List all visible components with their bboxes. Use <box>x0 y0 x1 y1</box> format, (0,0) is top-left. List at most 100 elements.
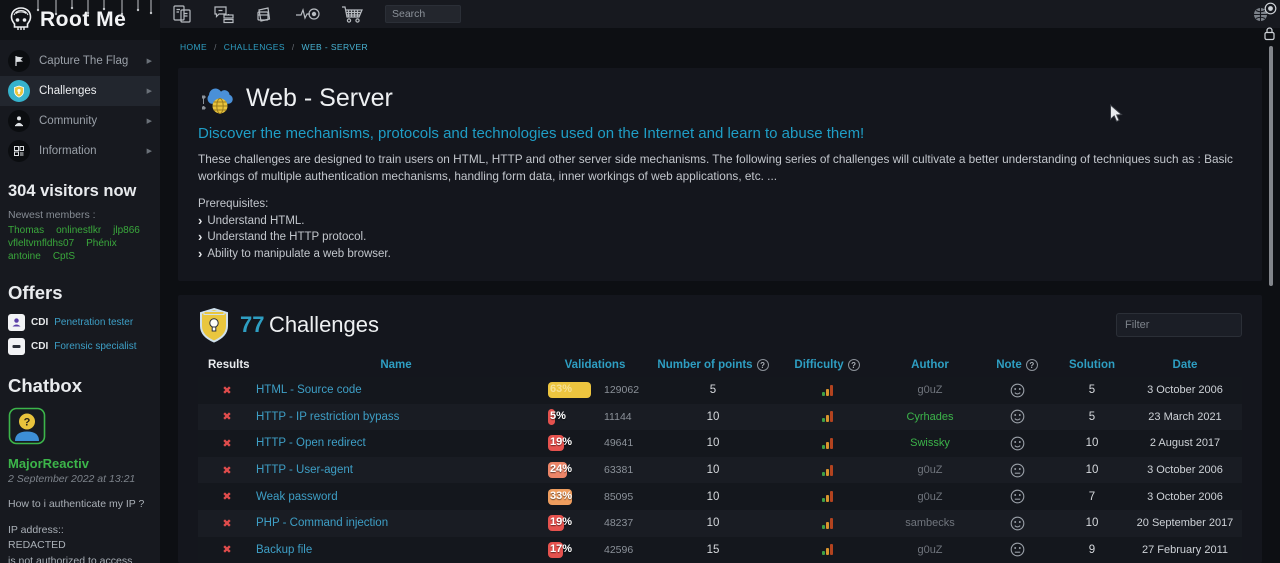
avatar[interactable]: ? <box>8 407 46 445</box>
challenge-link[interactable]: PHP - Command injection <box>256 517 388 529</box>
member-link[interactable]: vfleltvmfldhs07 <box>8 238 74 249</box>
col-solution[interactable]: Solution <box>1056 359 1128 371</box>
help-icon[interactable]: ? <box>848 359 860 371</box>
col-name[interactable]: Name <box>256 359 536 371</box>
activity-icon[interactable] <box>295 5 321 23</box>
offer-link[interactable]: Penetration tester <box>54 317 133 328</box>
offer-penetration-tester[interactable]: CDI Penetration tester <box>8 314 152 331</box>
note-face-icon <box>1010 542 1025 557</box>
record-icon[interactable] <box>1264 2 1277 20</box>
page-title: Web - Server <box>246 84 393 113</box>
prerequisite-item: ›Understand the HTTP protocol. <box>198 231 1242 243</box>
chevron-right-icon: ▶ <box>147 117 152 125</box>
offer-link[interactable]: Forensic specialist <box>54 341 136 352</box>
forum-icon[interactable] <box>213 4 235 24</box>
logo[interactable]: Root Me <box>0 0 160 40</box>
date-value: 27 February 2011 <box>1128 544 1242 556</box>
community-icon <box>8 110 30 132</box>
col-author[interactable]: Author <box>882 359 978 371</box>
member-link[interactable]: Phénix <box>86 238 117 249</box>
validation-count: 11144 <box>604 411 632 423</box>
challenge-link[interactable]: HTTP - Open redirect <box>256 437 366 449</box>
author-link[interactable]: Cyrhades <box>906 411 953 423</box>
validations-cell: 5% 11144 <box>536 409 654 425</box>
chat-message: How to i authenticate my IP ? <box>8 497 152 511</box>
challenge-link[interactable]: HTTP - IP restriction bypass <box>256 411 399 423</box>
sidebar-item-capture-the-flag[interactable]: Capture The Flag ▶ <box>0 46 160 76</box>
sidebar: Root Me Capture The Flag ▶ Challenges ▶ <box>0 0 160 563</box>
chat-username[interactable]: MajorReactiv <box>8 456 89 471</box>
sidebar-item-community[interactable]: Community ▶ <box>0 106 160 136</box>
member-link[interactable]: Thomas <box>8 225 44 236</box>
challenge-link[interactable]: HTTP - User-agent <box>256 464 353 476</box>
validation-count: 48237 <box>604 517 633 529</box>
help-icon[interactable]: ? <box>757 359 769 371</box>
offer-forensic-specialist[interactable]: CDI Forensic specialist <box>8 338 152 355</box>
validations-cell: 63% 129062 <box>536 382 654 398</box>
col-results[interactable]: Results <box>198 359 256 371</box>
offer-logo-icon <box>8 338 25 355</box>
col-points[interactable]: Number of points? <box>654 359 772 371</box>
points-value: 10 <box>654 464 772 476</box>
archive-icon[interactable] <box>255 4 275 24</box>
points-value: 5 <box>654 384 772 396</box>
breadcrumb-challenges[interactable]: CHALLENGES <box>224 42 285 52</box>
author-link[interactable]: g0uZ <box>917 464 942 476</box>
chevron-right-icon: ▶ <box>147 87 152 95</box>
note-face-icon <box>1010 463 1025 478</box>
filter-input[interactable] <box>1116 313 1242 337</box>
info-icon <box>8 140 30 162</box>
not-validated-icon: ✖ <box>222 385 231 397</box>
member-link[interactable]: jlp866 <box>113 225 140 236</box>
challenge-link[interactable]: Weak password <box>256 491 338 503</box>
breadcrumb-home[interactable]: HOME <box>180 42 207 52</box>
breadcrumb-current[interactable]: WEB - SERVER <box>302 42 369 52</box>
col-difficulty[interactable]: Difficulty? <box>772 359 882 371</box>
note-face-icon <box>1010 409 1025 424</box>
topbar <box>160 0 1280 28</box>
newest-members-list: Thomas onlinestlkr jlp866 vfleltvmfldhs0… <box>8 225 152 262</box>
docs-icon[interactable] <box>172 4 193 24</box>
main-content: HOME / CHALLENGES / WEB - SERVER <box>160 28 1280 563</box>
author-link[interactable]: sambecks <box>905 517 955 529</box>
points-value: 10 <box>654 437 772 449</box>
help-icon[interactable]: ? <box>1026 359 1038 371</box>
note-cell <box>978 409 1056 424</box>
col-note[interactable]: Note? <box>978 359 1056 371</box>
breadcrumb: HOME / CHALLENGES / WEB - SERVER <box>160 28 1280 52</box>
table-row: ✖ PHP - Command injection 19% 48237 10 s… <box>198 510 1242 537</box>
author-link[interactable]: Swissky <box>910 437 950 449</box>
prerequisite-item: ›Ability to manipulate a web browser. <box>198 248 1242 260</box>
table-row: ✖ HTTP - User-agent 24% 63381 10 g0uZ 10… <box>198 457 1242 484</box>
table-row: ✖ HTTP - IP restriction bypass 5% 11144 … <box>198 404 1242 431</box>
author-link[interactable]: g0uZ <box>917 544 942 556</box>
table-row: ✖ HTTP - Open redirect 19% 49641 10 Swis… <box>198 430 1242 457</box>
search-input[interactable] <box>385 5 461 23</box>
cart-icon[interactable] <box>341 4 365 24</box>
author-link[interactable]: g0uZ <box>917 491 942 503</box>
not-validated-icon: ✖ <box>222 465 231 477</box>
member-link[interactable]: CptS <box>53 251 75 262</box>
chevron-right-icon: ▶ <box>147 57 152 65</box>
member-link[interactable]: antoine <box>8 251 41 262</box>
lock-icon[interactable] <box>1263 26 1277 46</box>
sidebar-item-label: Information <box>39 145 138 157</box>
note-cell <box>978 542 1056 557</box>
validation-percentage: 19% <box>550 436 572 448</box>
challenge-link[interactable]: HTML - Source code <box>256 384 362 396</box>
sidebar-item-information[interactable]: Information ▶ <box>0 136 160 166</box>
sidebar-item-challenges[interactable]: Challenges ▶ <box>0 76 160 106</box>
validations-cell: 24% 63381 <box>536 462 654 478</box>
col-validations[interactable]: Validations <box>536 359 654 371</box>
points-value: 10 <box>654 411 772 423</box>
col-date[interactable]: Date <box>1128 359 1242 371</box>
shield-icon <box>8 80 30 102</box>
svg-text:?: ? <box>24 417 31 429</box>
member-link[interactable]: onlinestlkr <box>56 225 101 236</box>
author-link[interactable]: g0uZ <box>917 384 942 396</box>
table-row: ✖ Backup file 17% 42596 15 g0uZ 9 27 Feb… <box>198 537 1242 563</box>
not-validated-icon: ✖ <box>222 411 231 423</box>
challenge-link[interactable]: Backup file <box>256 544 312 556</box>
scrollbar-thumb[interactable] <box>1269 46 1273 286</box>
prerequisite-item: ›Understand HTML. <box>198 215 1242 227</box>
